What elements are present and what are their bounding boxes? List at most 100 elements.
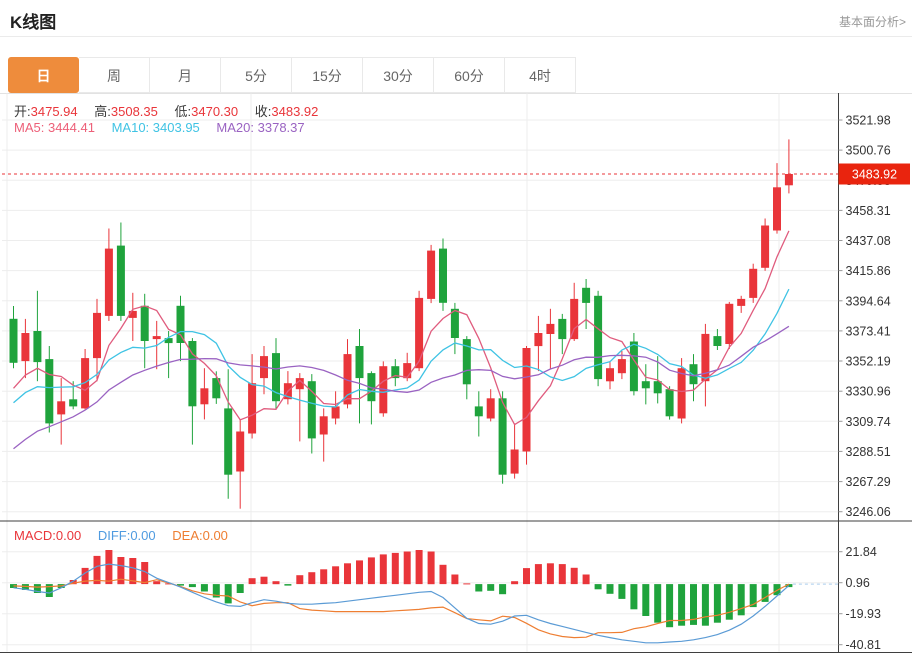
macd-bar-up <box>332 566 339 584</box>
high-value: 3508.35 <box>111 104 158 119</box>
macd-bar-up <box>344 563 351 584</box>
dea-label: DEA: <box>172 528 202 543</box>
candle-body-up <box>415 298 423 368</box>
y-axis-label: 3437.08 <box>846 234 891 248</box>
macd-bar-down <box>475 584 482 591</box>
macd-bar-down <box>284 584 291 586</box>
macd-bar-down <box>726 584 733 620</box>
candle-body-up <box>749 269 757 298</box>
macd-bar-down <box>738 584 745 615</box>
candle-body-up <box>725 304 733 344</box>
candle-body-down <box>630 342 638 392</box>
macd-legend: MACD:0.00 DIFF:0.00 DEA:0.00 <box>14 528 241 543</box>
y-axis-label: 3309.74 <box>846 415 891 429</box>
macd-bar-down <box>678 584 685 626</box>
macd-bar-up <box>428 552 435 585</box>
candle-body-up <box>93 313 101 358</box>
y-axis-label: 3267.29 <box>846 475 891 489</box>
candle-body-up <box>21 333 29 361</box>
macd-bar-up <box>261 577 268 584</box>
macd-bar-down <box>595 584 602 589</box>
candle-body-up <box>236 432 244 472</box>
macd-bar-up <box>583 575 590 585</box>
macd-bar-up <box>356 560 363 584</box>
macd-bar-up <box>511 581 518 584</box>
macd-bar-up <box>273 581 280 584</box>
candle-body-up <box>606 368 614 381</box>
macd-bar-down <box>499 584 506 594</box>
ma5-value: 3444.41 <box>48 120 95 135</box>
macd-bar-up <box>392 553 399 584</box>
candle-body-down <box>439 249 447 303</box>
candle-body-up <box>105 249 113 316</box>
macd-y-axis-label: 21.84 <box>846 545 877 559</box>
macd-y-axis-label: 0.96 <box>846 576 870 590</box>
y-axis-label: 3288.51 <box>846 445 891 459</box>
candle-body-up <box>678 368 686 418</box>
macd-bar-down <box>607 584 614 594</box>
ma-legend: MA5: 3444.41 MA10: 3403.95 MA20: 3378.37 <box>14 120 318 135</box>
kline-widget: K线图 基本面分析> 日 周 月 5分 15分 30分 60分 4时 3521.… <box>0 0 912 654</box>
macd-bar-down <box>618 584 625 599</box>
macd-bar-up <box>547 563 554 584</box>
macd-bar-up <box>535 564 542 584</box>
ma10-label: MA10: <box>112 120 150 135</box>
candle-body-up <box>773 187 781 230</box>
candle-body-up <box>332 406 340 418</box>
macd-bar-up <box>404 552 411 585</box>
candle-body-up <box>737 299 745 306</box>
candle-body-down <box>558 319 566 339</box>
candle-body-down <box>475 406 483 416</box>
last-price-badge-text: 3483.92 <box>852 168 897 182</box>
candle-body-up <box>427 251 435 299</box>
macd-bar-down <box>642 584 649 616</box>
candle-body-up <box>618 359 626 373</box>
candle-body-down <box>10 319 18 363</box>
candle-body-down <box>45 359 53 423</box>
macd-value: 0.00 <box>56 528 81 543</box>
macd-bar-down <box>654 584 661 623</box>
dea-value: 0.00 <box>203 528 228 543</box>
candle-body-up <box>57 401 65 414</box>
candle-body-down <box>666 389 674 416</box>
ma20-value: 3378.37 <box>258 120 305 135</box>
y-axis-label: 3330.96 <box>846 385 891 399</box>
candle-body-down <box>308 381 316 438</box>
low-label: 低: <box>175 104 192 119</box>
macd-y-axis-label: -19.93 <box>846 607 881 621</box>
y-axis-label: 3458.31 <box>846 204 891 218</box>
y-axis-label: 3415.86 <box>846 264 891 278</box>
y-axis-label: 3373.41 <box>846 324 891 338</box>
candle-body-down <box>642 381 650 388</box>
candle-body-down <box>690 364 698 384</box>
candle-body-up <box>248 383 256 433</box>
y-axis-label: 3500.76 <box>846 144 891 158</box>
candle-body-up <box>511 450 519 474</box>
candle-body-down <box>117 246 125 316</box>
macd-bar-down <box>237 584 244 593</box>
candle-body-up <box>570 299 578 339</box>
macd-bar-down <box>225 584 232 603</box>
candle-body-down <box>69 399 77 406</box>
candle-body-down <box>224 408 232 474</box>
macd-bar-down <box>630 584 637 609</box>
macd-bar-up <box>440 565 447 584</box>
candle-body-down <box>451 309 459 338</box>
candle-body-up <box>523 348 531 452</box>
candle-body-up <box>153 336 161 339</box>
macd-bar-up <box>416 550 423 584</box>
macd-bar-up <box>105 550 112 584</box>
macd-bar-down <box>714 584 721 623</box>
macd-bar-up <box>308 572 315 584</box>
candle-body-down <box>499 398 507 474</box>
candle-body-down <box>141 306 149 341</box>
macd-bar-up <box>296 575 303 584</box>
candle-body-up <box>320 416 328 434</box>
kline-chart-canvas[interactable]: 3521.983500.763479.533458.313437.083415.… <box>0 0 912 654</box>
macd-bar-up <box>463 583 470 584</box>
candle-body-down <box>33 331 41 362</box>
candle-body-down <box>177 306 185 343</box>
macd-bar-up <box>523 568 530 584</box>
candle-body-up <box>761 226 769 268</box>
candle-body-up <box>200 388 208 404</box>
